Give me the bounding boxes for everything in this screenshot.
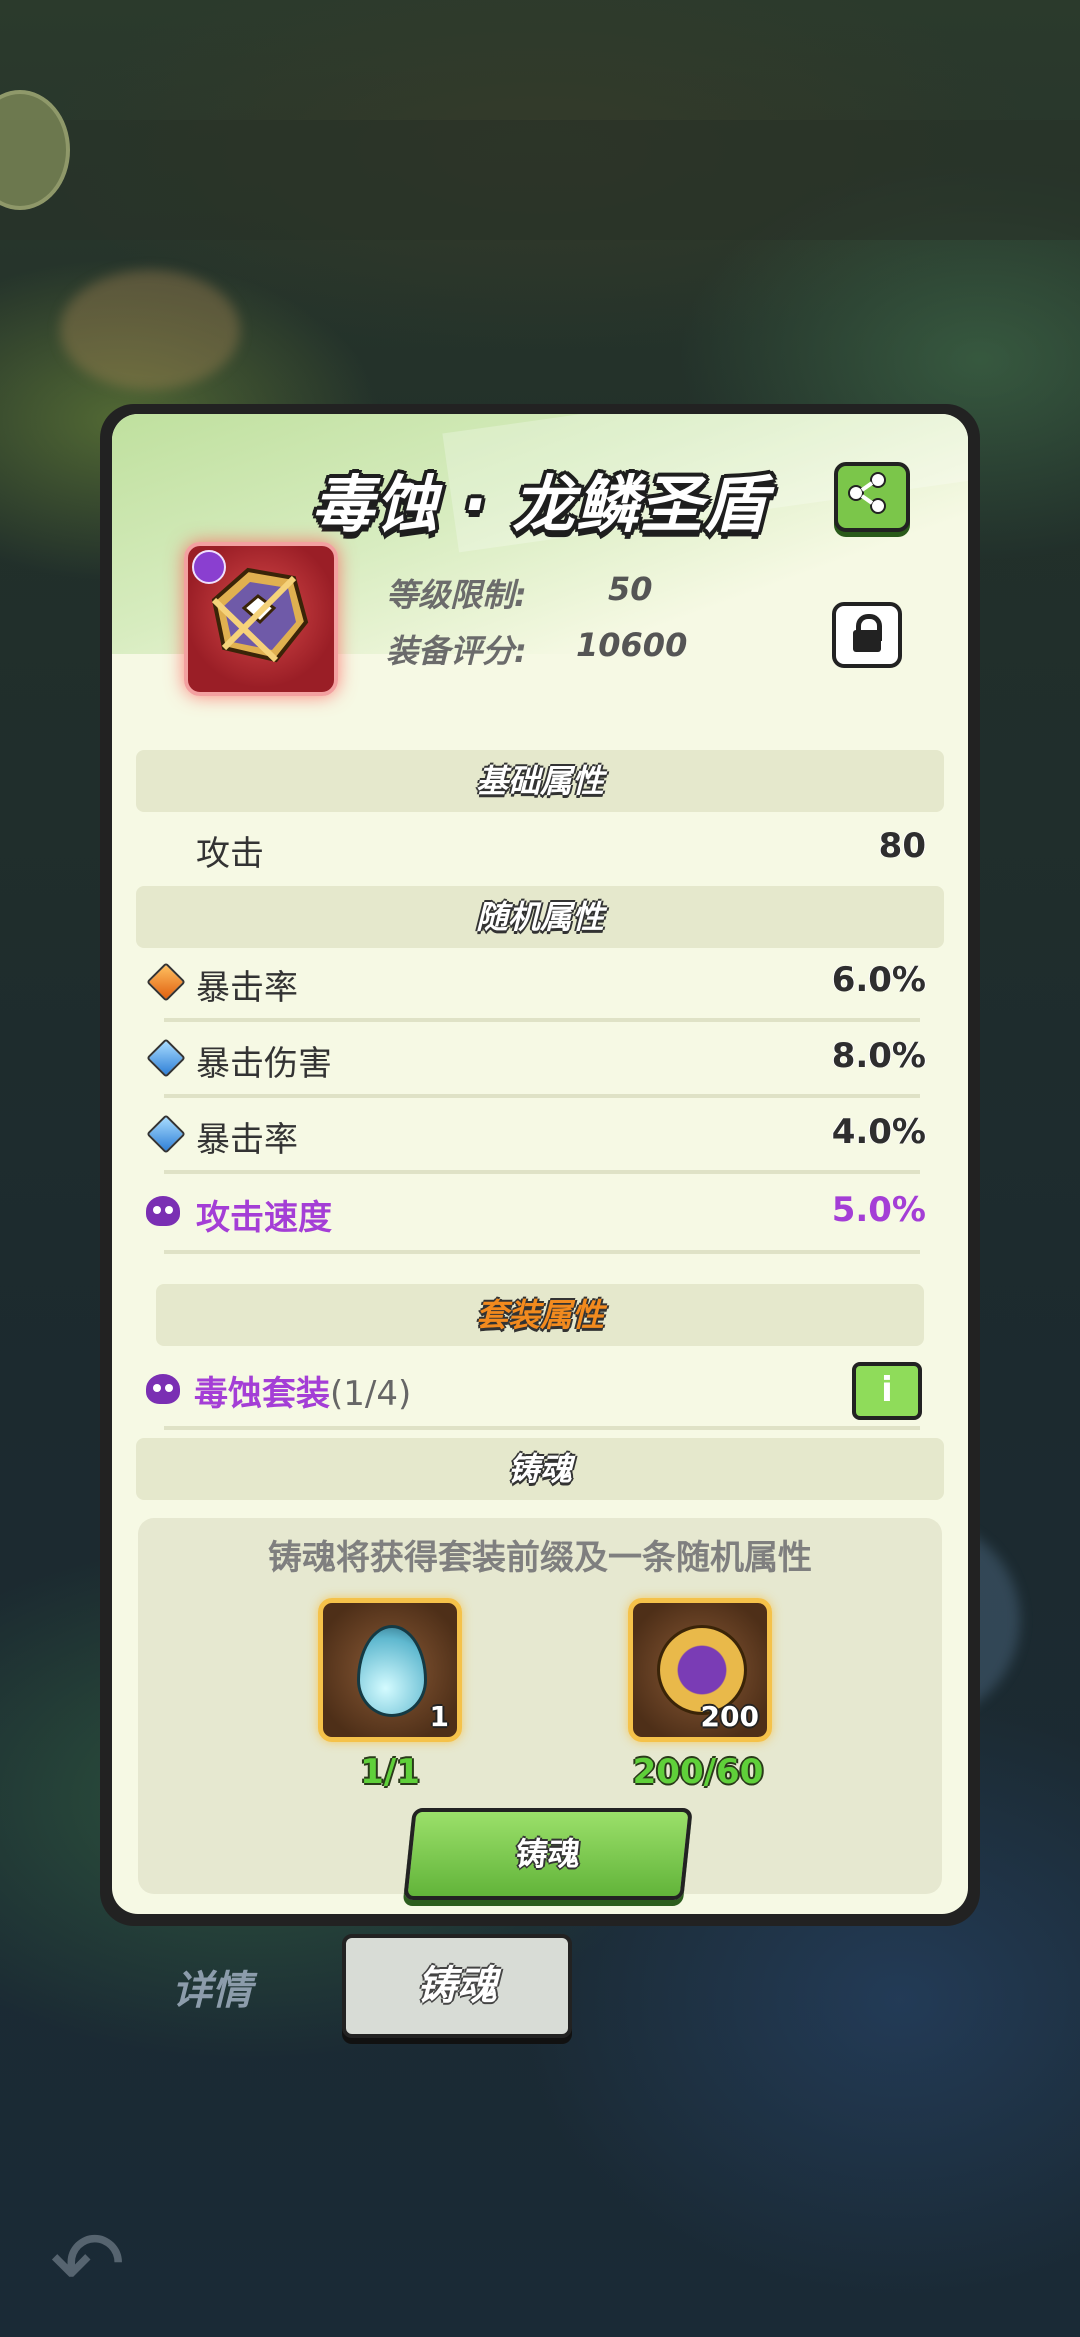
poison-skull-icon xyxy=(146,1374,180,1404)
back-arrow-icon[interactable]: ↶ xyxy=(50,2220,170,2310)
info-icon: i xyxy=(881,1370,893,1410)
level-limit-label: 等级限制: xyxy=(386,576,527,614)
set-attributes-header: 套装属性 xyxy=(156,1284,924,1346)
share-icon xyxy=(848,472,886,514)
shield-icon xyxy=(211,567,309,663)
set-count: (1/4) xyxy=(330,1374,412,1414)
gear-score-value: 10600 xyxy=(576,626,688,664)
forge-hint: 铸魂将获得套装前缀及一条随机属性 xyxy=(268,1538,812,1578)
set-name: 毒蚀套装 xyxy=(194,1374,330,1414)
crit-rate-label: 暴击率 xyxy=(196,1120,298,1160)
crit-damage-label: 暴击伤害 xyxy=(196,1044,332,1084)
tab-forge[interactable]: 铸魂 xyxy=(342,1934,572,2038)
divider xyxy=(164,1170,920,1174)
attack-value: 80 xyxy=(878,826,926,866)
equipment-dialog: 毒蚀 · 龙鳞圣盾 等级限制: 50 装备评分: 10600 基础属性 攻击 8… xyxy=(112,414,968,1914)
divider xyxy=(164,1250,920,1254)
orange-gem-icon xyxy=(146,962,186,1002)
tab-details[interactable]: 详情 xyxy=(172,1958,252,2016)
share-button[interactable] xyxy=(834,462,910,532)
forge-header: 铸魂 xyxy=(136,1438,944,1500)
base-attributes-header: 基础属性 xyxy=(136,750,944,812)
random-attributes-header: 随机属性 xyxy=(136,886,944,948)
material-count: 200 xyxy=(700,1700,759,1733)
material-count: 1 xyxy=(429,1700,449,1733)
crit-rate-value: 6.0% xyxy=(831,960,926,1000)
set-info-button[interactable]: i xyxy=(852,1362,922,1420)
attack-speed-value: 5.0% xyxy=(831,1190,926,1230)
material-slot-coin[interactable]: 200 xyxy=(628,1598,772,1742)
level-limit-value: 50 xyxy=(608,570,653,608)
water-drop-icon xyxy=(357,1625,427,1717)
divider xyxy=(164,1426,920,1430)
attack-speed-label: 攻击速度 xyxy=(196,1198,332,1238)
background-blob xyxy=(60,270,240,390)
material-slot-water[interactable]: 1 xyxy=(318,1598,462,1742)
divider xyxy=(164,1094,920,1098)
background-top-bar xyxy=(0,120,1080,240)
blue-gem-icon xyxy=(146,1038,186,1078)
blue-gem-icon xyxy=(146,1114,186,1154)
forge-button[interactable]: 铸魂 xyxy=(403,1808,693,1900)
gear-score-label: 装备评分: xyxy=(386,632,527,670)
poison-skull-icon xyxy=(146,1196,180,1226)
material-progress: 1/1 xyxy=(360,1752,420,1792)
set-name-row[interactable]: 毒蚀套装(1/4) xyxy=(194,1366,411,1415)
attack-label: 攻击 xyxy=(196,834,264,874)
crit-rate-value: 4.0% xyxy=(831,1112,926,1152)
divider xyxy=(164,1018,920,1022)
material-progress: 200/60 xyxy=(632,1752,764,1792)
crit-damage-value: 8.0% xyxy=(831,1036,926,1076)
lock-button[interactable] xyxy=(832,602,902,668)
crit-rate-label: 暴击率 xyxy=(196,968,298,1008)
item-icon-frame[interactable] xyxy=(184,542,338,696)
